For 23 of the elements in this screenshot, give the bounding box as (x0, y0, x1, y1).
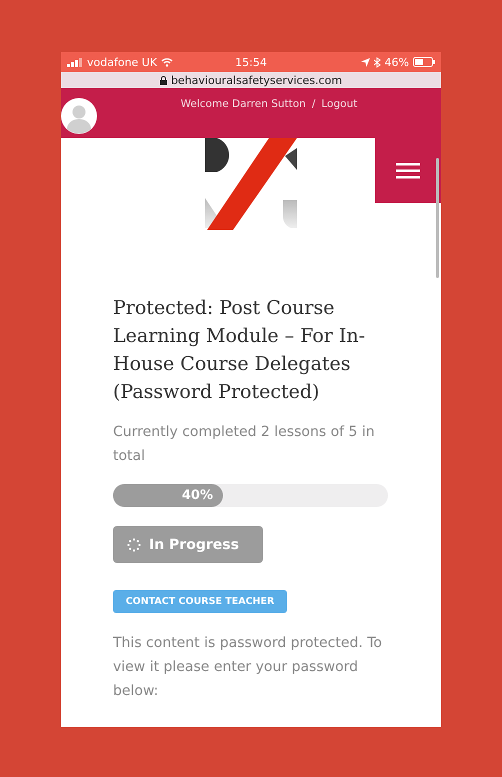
lessons-text: Currently completed 2 lessons of 5 in total (113, 423, 376, 466)
menu-button[interactable] (375, 138, 441, 203)
logout-link[interactable]: Logout (321, 98, 358, 110)
clock-time: 15:54 (235, 56, 267, 68)
menu-icon (396, 162, 420, 178)
carrier-name: vodafone UK (87, 56, 158, 68)
page-title: Protected: Post Course Learning Module – For In-House Course Delegates (Password Protected) (113, 296, 366, 405)
spinner-icon (127, 538, 141, 552)
welcome-text: Welcome Darren Sutton (180, 98, 306, 110)
battery-percent: 46% (384, 56, 409, 68)
location-arrow-icon (360, 58, 370, 66)
lock-icon (160, 76, 167, 84)
status-button[interactable]: In Progress (113, 526, 263, 563)
password-notice: This content is password protected. To view it please enter your password below: (113, 634, 383, 701)
bluetooth-icon (374, 56, 381, 68)
separator-text: / (312, 98, 316, 110)
battery-icon (412, 57, 435, 67)
contact-teacher-button[interactable]: CONTACT COURSE TEACHER (113, 590, 287, 613)
progress-fill: 40% (113, 484, 223, 507)
wifi-icon (161, 58, 174, 66)
signal-icon (67, 58, 83, 66)
logo-icon (205, 138, 297, 230)
avatar-icon[interactable] (61, 98, 97, 134)
